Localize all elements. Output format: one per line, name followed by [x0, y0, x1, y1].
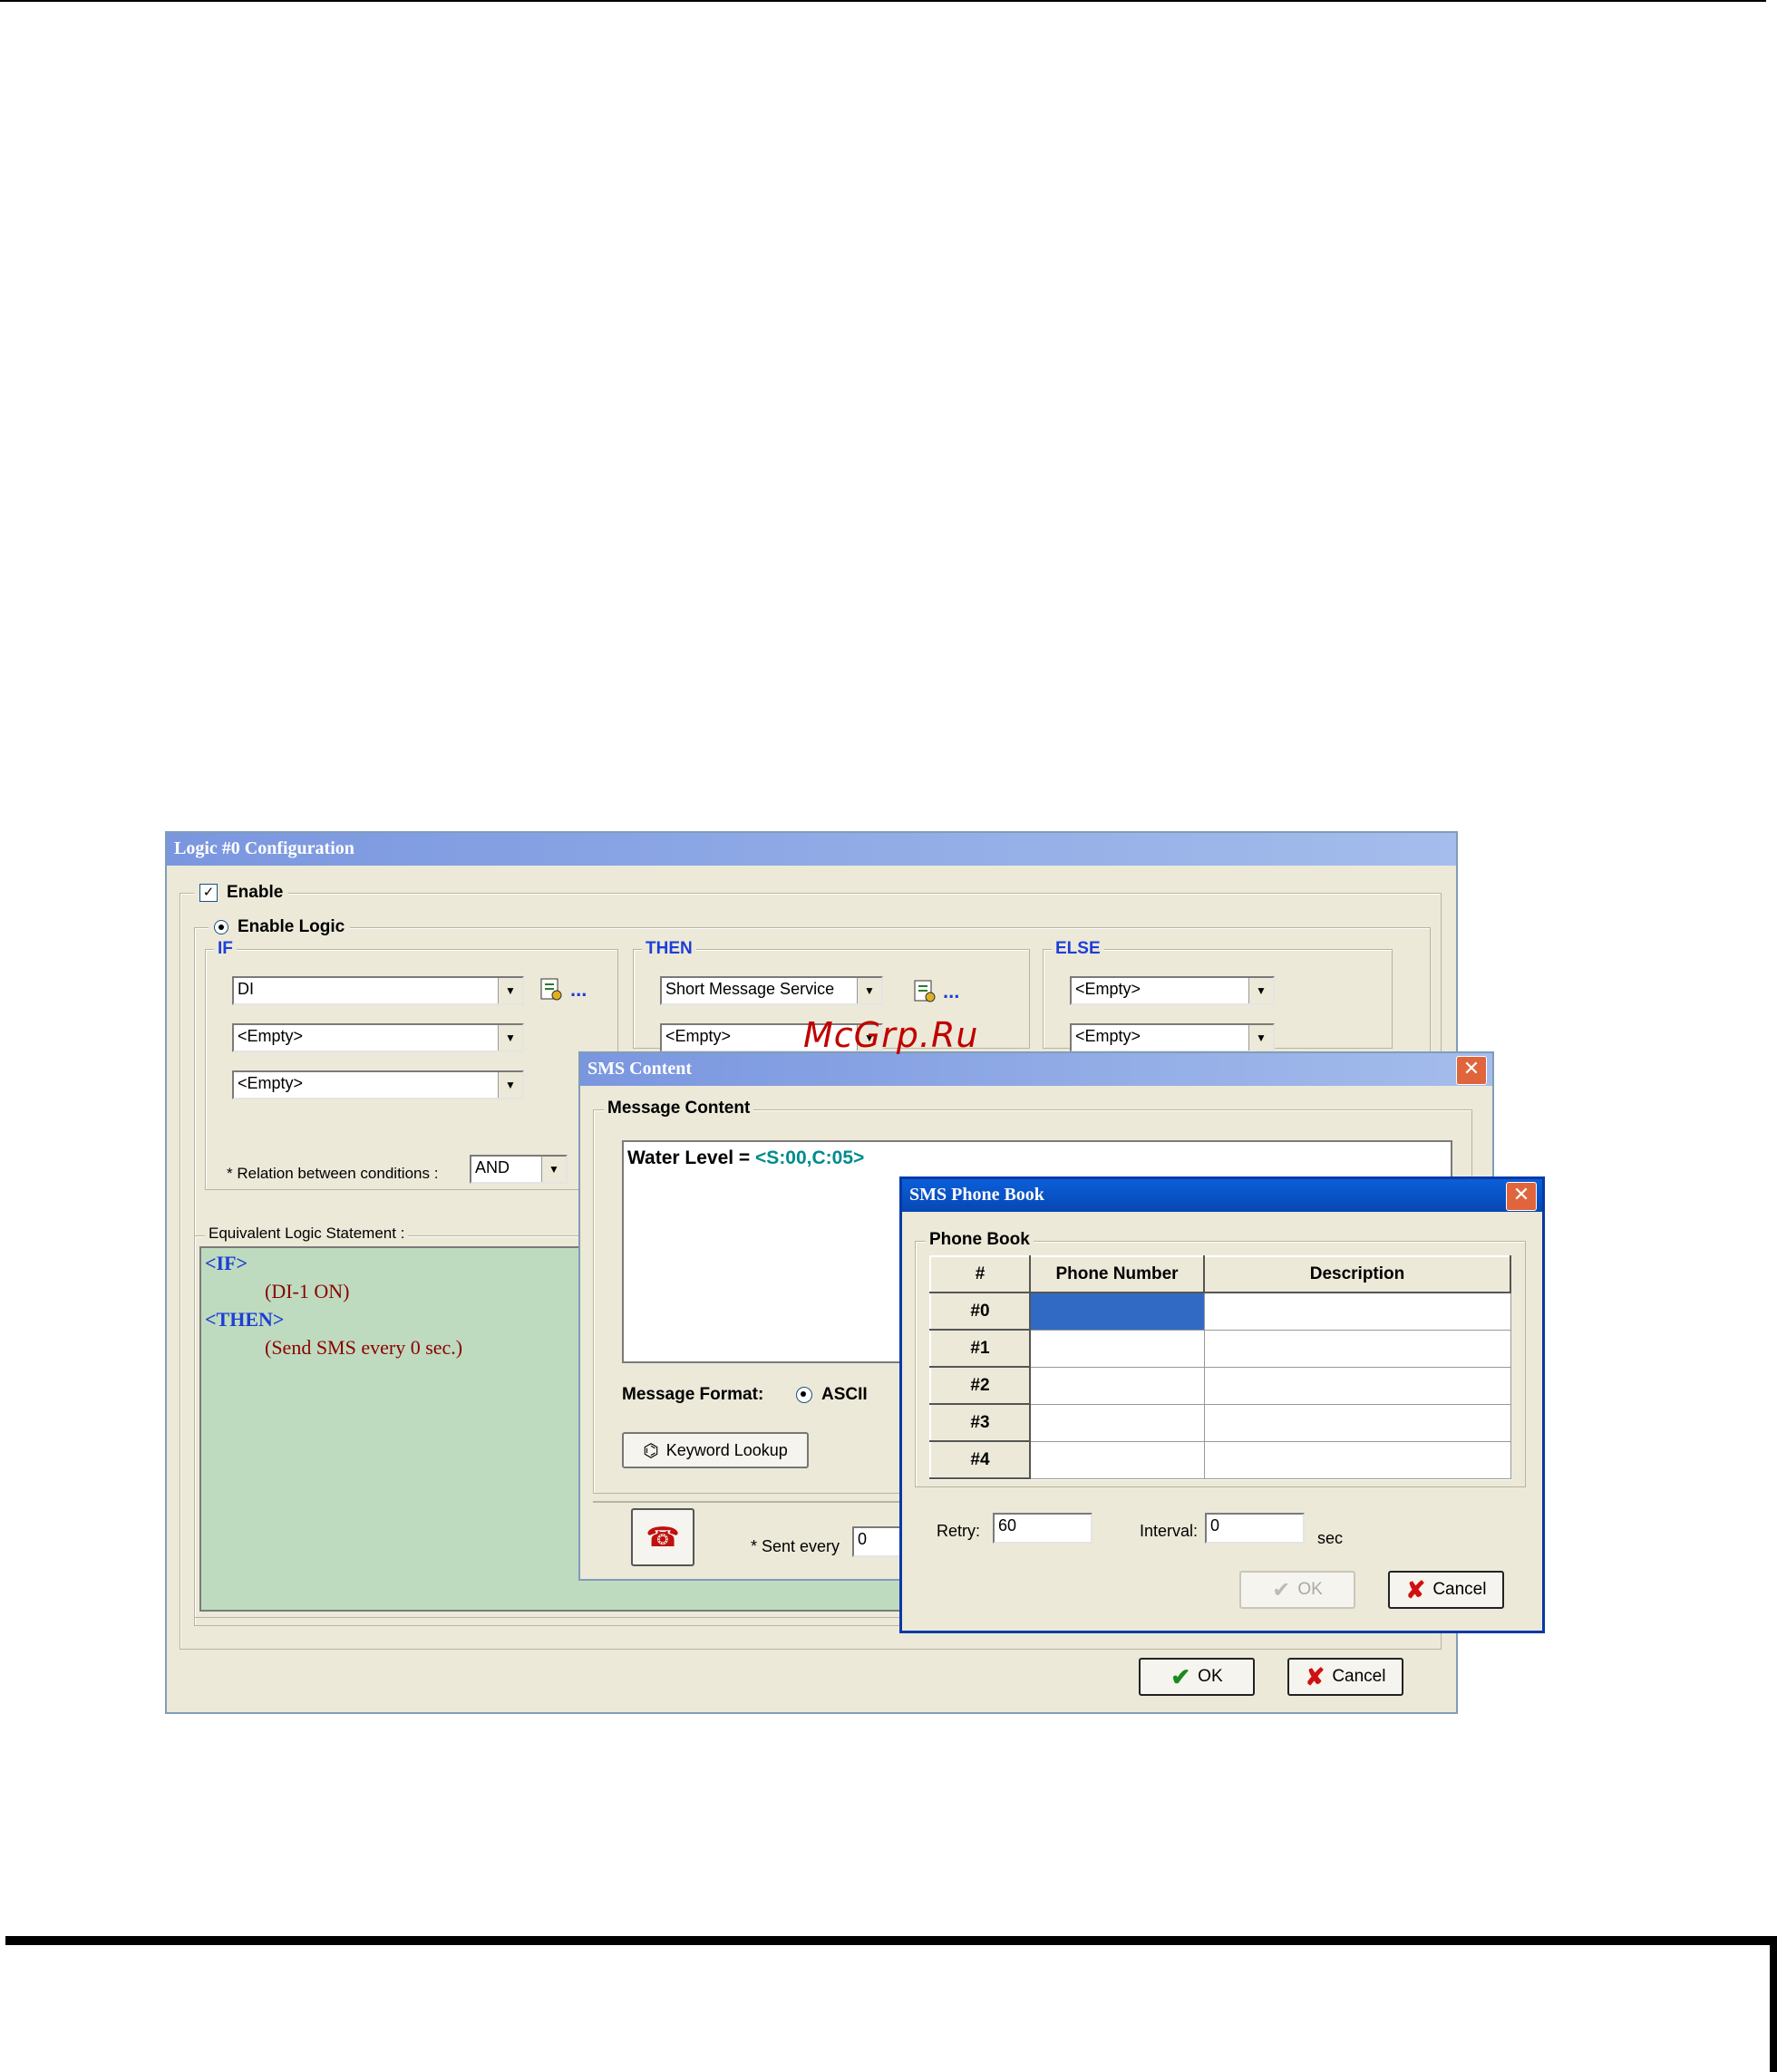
chevron-down-icon[interactable]: ▼	[498, 1025, 522, 1051]
x-icon: ✘	[1305, 1662, 1325, 1690]
statement-if-body: (DI-1 ON)	[265, 1280, 350, 1302]
sent-every-input[interactable]: 0	[852, 1526, 907, 1557]
bottom-frame	[5, 1936, 1777, 2072]
close-icon[interactable]: ✕	[1506, 1182, 1537, 1211]
if-legend: IF	[214, 939, 237, 959]
if-condition-3-combo[interactable]: <Empty> ▼	[232, 1070, 524, 1099]
chevron-down-icon[interactable]: ▼	[1248, 978, 1273, 1003]
equivalent-legend: Equivalent Logic Statement :	[205, 1225, 409, 1243]
else-action-1-combo[interactable]: <Empty> ▼	[1070, 976, 1275, 1005]
description-cell[interactable]	[1203, 1329, 1511, 1368]
checkmark-icon: ✔	[1272, 1577, 1291, 1602]
description-cell[interactable]	[1203, 1292, 1511, 1331]
if-condition-1-combo[interactable]: DI ▼	[232, 976, 524, 1005]
phonebook-table-wrap: # Phone Number Description #0 #1 #2 #3 #…	[929, 1255, 1511, 1480]
table-row[interactable]: #1	[929, 1329, 1511, 1368]
table-row[interactable]: #3	[929, 1403, 1511, 1442]
enable-checkbox[interactable]: ✓	[199, 884, 218, 902]
logic-ok-button[interactable]: ✔ OK	[1139, 1658, 1255, 1696]
relation-label: * Relation between conditions :	[227, 1165, 439, 1182]
else-action-2-combo[interactable]: <Empty> ▼	[1070, 1023, 1275, 1052]
column-header-description[interactable]: Description	[1203, 1255, 1511, 1293]
sms-phonebook-window: SMS Phone Book ✕ Phone Book # Phone Numb…	[899, 1176, 1545, 1633]
message-token: <S:00,C:05>	[755, 1147, 865, 1168]
retry-input[interactable]: 60	[993, 1513, 1092, 1544]
description-cell[interactable]	[1203, 1366, 1511, 1405]
book-icon: ⌬	[643, 1440, 659, 1461]
interval-input[interactable]: 0	[1205, 1513, 1305, 1544]
chevron-down-icon[interactable]: ▼	[541, 1157, 566, 1182]
phonebook-table: # Phone Number Description #0 #1 #2 #3 #…	[929, 1255, 1511, 1479]
column-header-index[interactable]: #	[929, 1255, 1031, 1293]
chevron-down-icon[interactable]: ▼	[498, 978, 522, 1003]
sms-content-titlebar[interactable]: SMS Content ✕	[580, 1053, 1492, 1086]
keyword-lookup-button[interactable]: ⌬ Keyword Lookup	[622, 1432, 809, 1468]
phonebook-cancel-button[interactable]: ✘ Cancel	[1388, 1571, 1504, 1609]
phone-cell[interactable]	[1029, 1403, 1205, 1442]
if-condition-2-combo[interactable]: <Empty> ▼	[232, 1023, 524, 1052]
logic-window-titlebar[interactable]: Logic #0 Configuration	[167, 833, 1456, 866]
phonebook-title: SMS Phone Book	[909, 1185, 1044, 1205]
sec-label: sec	[1317, 1529, 1344, 1547]
chevron-down-icon[interactable]: ▼	[1248, 1025, 1273, 1051]
logic-window-title: Logic #0 Configuration	[174, 838, 354, 858]
logic-cancel-button[interactable]: ✘ Cancel	[1287, 1658, 1403, 1696]
action-config-icon[interactable]	[912, 978, 937, 1005]
description-cell[interactable]	[1203, 1440, 1511, 1479]
interval-label: Interval:	[1140, 1522, 1199, 1540]
statement-then-body: (Send SMS every 0 sec.)	[265, 1336, 463, 1359]
message-format-label: Message Format:	[622, 1385, 764, 1404]
row-index: #3	[929, 1403, 1031, 1442]
message-content-legend: Message Content	[604, 1099, 754, 1118]
x-icon: ✘	[1405, 1575, 1426, 1603]
statement-if-tag: <IF>	[205, 1252, 248, 1274]
enable-logic-row[interactable]: Enable Logic	[209, 917, 351, 937]
checkmark-icon: ✔	[1170, 1662, 1191, 1690]
action-more-dots[interactable]: ...	[943, 980, 959, 1003]
ascii-label: ASCII	[821, 1385, 868, 1404]
retry-label: Retry:	[937, 1522, 981, 1540]
statement-then-tag: <THEN>	[205, 1308, 285, 1331]
table-row[interactable]: #4	[929, 1440, 1511, 1479]
row-index: #4	[929, 1440, 1031, 1479]
table-row[interactable]: #0	[929, 1292, 1511, 1331]
chevron-down-icon[interactable]: ▼	[498, 1072, 522, 1098]
enable-checkbox-row[interactable]: ✓ Enable	[194, 883, 289, 903]
enable-label: Enable	[227, 883, 284, 902]
close-icon[interactable]: ✕	[1456, 1056, 1487, 1085]
relation-combo[interactable]: AND ▼	[470, 1155, 568, 1184]
top-rule	[0, 0, 1766, 2]
format-ascii-option[interactable]: ASCII	[796, 1385, 868, 1405]
phone-cell[interactable]	[1029, 1292, 1205, 1331]
then-action-1-combo[interactable]: Short Message Service ▼	[660, 976, 883, 1005]
sent-every-label: * Sent every	[751, 1537, 840, 1555]
column-header-phone[interactable]: Phone Number	[1029, 1255, 1205, 1293]
ascii-radio[interactable]	[796, 1387, 812, 1403]
phone-icon: ☎	[646, 1522, 680, 1553]
message-prefix: Water Level =	[627, 1147, 756, 1168]
description-cell[interactable]	[1203, 1403, 1511, 1442]
watermark: McGrp.Ru	[803, 1015, 979, 1055]
condition-more-dots[interactable]: ...	[570, 978, 587, 1002]
phone-cell[interactable]	[1029, 1366, 1205, 1405]
phone-cell[interactable]	[1029, 1440, 1205, 1479]
else-legend: ELSE	[1052, 939, 1104, 959]
chevron-down-icon[interactable]: ▼	[857, 978, 881, 1003]
sms-content-title: SMS Content	[587, 1059, 693, 1079]
phone-cell[interactable]	[1029, 1329, 1205, 1368]
condition-config-icon[interactable]	[539, 976, 564, 1003]
table-row[interactable]: #2	[929, 1366, 1511, 1405]
phonebook-ok-button[interactable]: ✔ OK	[1239, 1571, 1355, 1609]
phone-book-button[interactable]: ☎	[631, 1508, 694, 1566]
row-index: #1	[929, 1329, 1031, 1368]
phonebook-titlebar[interactable]: SMS Phone Book ✕	[902, 1179, 1542, 1212]
phonebook-legend: Phone Book	[926, 1230, 1034, 1250]
then-legend: THEN	[642, 939, 696, 959]
row-index: #0	[929, 1292, 1031, 1331]
row-index: #2	[929, 1366, 1031, 1405]
enable-logic-radio[interactable]	[214, 920, 228, 934]
enable-logic-label: Enable Logic	[238, 917, 345, 936]
